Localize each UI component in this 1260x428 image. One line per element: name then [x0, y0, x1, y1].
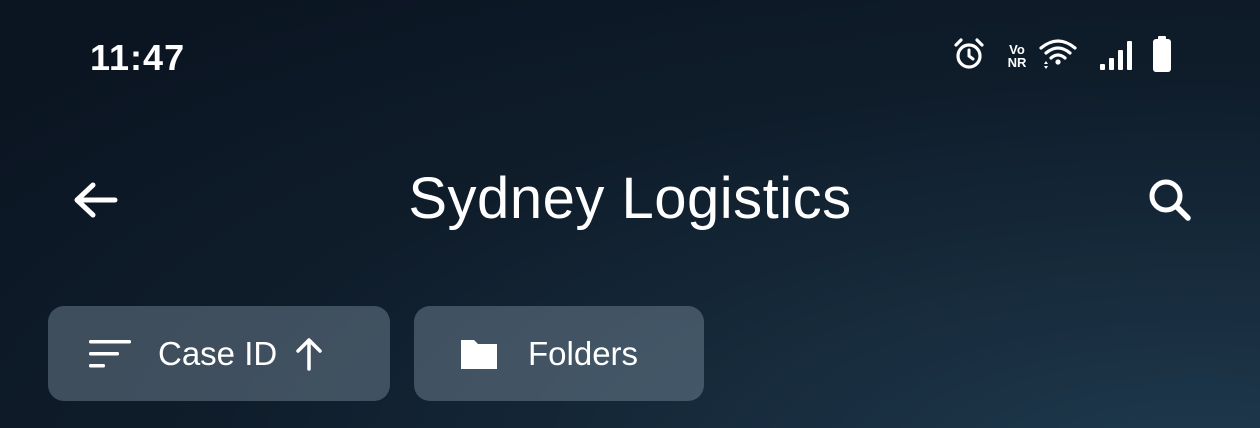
app-bar: Sydney Logistics — [0, 150, 1260, 250]
battery-icon — [1152, 35, 1172, 78]
vonr-icon: Vo NR — [1004, 43, 1030, 69]
wifi-icon — [1038, 37, 1078, 76]
folder-icon — [460, 338, 498, 370]
status-time: 11:47 — [90, 37, 186, 78]
vonr-bottom-text: NR — [1007, 55, 1027, 70]
signal-icon — [1098, 37, 1136, 76]
search-button[interactable] — [1138, 172, 1202, 228]
arrow-up-icon — [295, 337, 323, 371]
alarm-icon — [952, 37, 986, 76]
status-icons: Vo NR — [952, 35, 1172, 78]
page-title: Sydney Logistics — [408, 166, 852, 231]
search-icon — [1146, 176, 1194, 224]
sort-lines-icon — [88, 339, 132, 369]
filter-chip-row: Case ID Folders — [48, 306, 704, 401]
sort-chip-label: Case ID — [158, 334, 278, 372]
status-bar: 11:47 Vo NR — [0, 0, 1260, 110]
folders-chip-label: Folders — [528, 334, 639, 372]
sort-chip[interactable]: Case ID — [48, 306, 390, 401]
arrow-left-icon — [71, 180, 119, 220]
folders-chip[interactable]: Folders — [414, 306, 704, 401]
back-button[interactable] — [62, 172, 128, 228]
